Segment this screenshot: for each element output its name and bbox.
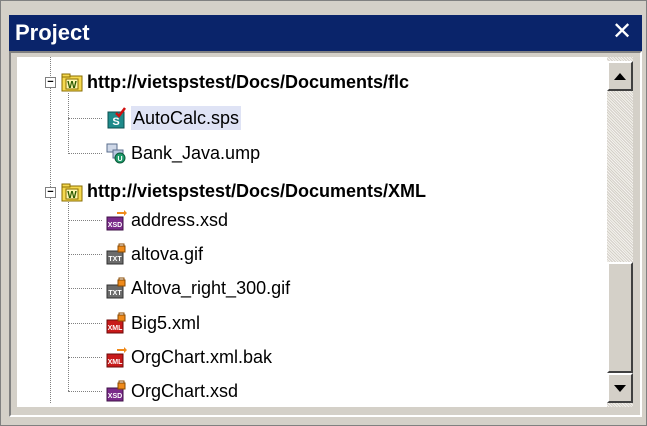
- tree-connector: [68, 391, 102, 392]
- file-label: OrgChart.xsd: [131, 381, 239, 401]
- tree-connector: [50, 197, 51, 403]
- tree-connector: [68, 288, 102, 289]
- xml-file-icon: XML: [106, 347, 127, 368]
- tree-connector: [50, 88, 51, 187]
- tree-connector: [68, 323, 102, 324]
- svg-text:XSD: XSD: [108, 393, 122, 400]
- folder-label: http://vietspstest/Docs/Documents/XML: [87, 181, 427, 201]
- tree-connector: [68, 357, 102, 358]
- svg-text:TXT: TXT: [108, 290, 122, 297]
- txt-file-icon: TXT: [106, 243, 126, 265]
- xsd-file-icon: XSD: [106, 380, 126, 402]
- collapse-toggle-icon[interactable]: −: [45, 77, 56, 88]
- xml-file-icon: XML: [106, 312, 126, 334]
- arrow-down-icon: [614, 385, 626, 392]
- svg-text:W: W: [67, 190, 77, 201]
- tree-connector: [68, 118, 102, 119]
- file-label: address.xsd: [131, 210, 229, 230]
- close-icon[interactable]: ✕: [608, 17, 636, 47]
- arrow-up-icon: [614, 73, 626, 80]
- file-label: Bank_Java.ump: [131, 143, 261, 163]
- svg-text:S: S: [112, 116, 119, 128]
- svg-text:U: U: [117, 156, 122, 163]
- tree-connector: [68, 254, 102, 255]
- web-folder-icon: W: [61, 183, 83, 202]
- folder-label: http://vietspstest/Docs/Documents/flc: [87, 72, 410, 92]
- file-label: altova.gif: [131, 244, 204, 264]
- svg-text:XML: XML: [108, 325, 124, 332]
- collapse-toggle-icon[interactable]: −: [45, 187, 56, 198]
- file-label: Altova_right_300.gif: [131, 278, 291, 298]
- panel-title: Project: [15, 20, 90, 45]
- panel-title-bar[interactable]: Project ✕: [9, 15, 642, 51]
- tree-connector: [68, 153, 102, 154]
- scrollbar-thumb[interactable]: [607, 262, 633, 373]
- file-label: AutoCalc.sps: [131, 106, 242, 130]
- svg-text:TXT: TXT: [108, 256, 122, 263]
- svg-text:W: W: [67, 80, 77, 91]
- vertical-scrollbar[interactable]: [607, 57, 633, 407]
- project-tree: − W http://vietspstest/Docs/Documents/fl…: [17, 57, 607, 407]
- file-label: OrgChart.xml.bak: [131, 347, 273, 367]
- web-folder-icon: W: [61, 73, 83, 92]
- tree-connector: [50, 57, 51, 76]
- scroll-up-button[interactable]: [607, 61, 633, 91]
- tree-connector: [68, 93, 69, 154]
- tree-connector: [68, 197, 69, 391]
- sps-file-icon: S: [107, 107, 126, 129]
- project-panel: Project ✕ − W http://vietspstest/Docs/Do…: [0, 0, 647, 426]
- project-tree-view[interactable]: − W http://vietspstest/Docs/Documents/fl…: [17, 57, 607, 407]
- svg-text:XML: XML: [108, 359, 124, 366]
- file-label: Big5.xml: [131, 313, 201, 333]
- tree-connector: [68, 220, 102, 221]
- svg-text:XSD: XSD: [108, 222, 122, 229]
- scroll-down-button[interactable]: [607, 373, 633, 403]
- txt-file-icon: TXT: [106, 277, 126, 299]
- ump-file-icon: U: [106, 143, 126, 164]
- xsd-file-icon: XSD: [106, 210, 127, 231]
